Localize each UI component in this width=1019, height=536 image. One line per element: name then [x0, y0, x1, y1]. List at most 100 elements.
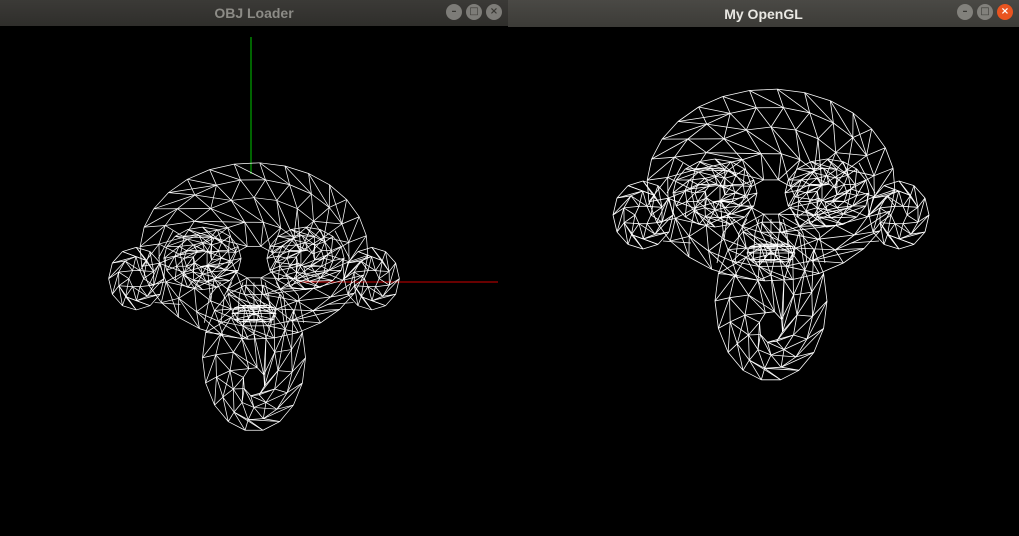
mesh-edge	[375, 270, 380, 279]
mesh-edge	[216, 179, 241, 186]
titlebar-obj-loader[interactable]: OBJ Loader – □ ×	[0, 0, 508, 26]
mesh-edge	[638, 190, 644, 207]
mesh-edge	[237, 246, 242, 259]
mesh-edge	[214, 376, 217, 406]
mesh-edge	[216, 376, 224, 398]
mesh-edge	[364, 278, 369, 287]
my-opengl-window[interactable]: My OpenGL – □ ×	[508, 0, 1019, 536]
mesh-edge	[883, 180, 900, 186]
obj-loader-window[interactable]: OBJ Loader – □ ×	[0, 0, 508, 536]
mesh-edge	[354, 270, 369, 273]
mesh-edge	[274, 388, 288, 394]
mesh-edge	[210, 278, 215, 301]
wireframe-canvas-left[interactable]	[0, 26, 508, 536]
mesh-edge	[753, 179, 758, 194]
mesh-edge	[277, 370, 293, 373]
mesh-edge	[165, 225, 185, 238]
mesh-edge	[698, 106, 708, 125]
mesh-edge	[375, 278, 380, 287]
mesh-edge	[774, 246, 779, 254]
mesh-edge	[744, 314, 749, 336]
mesh-edge	[194, 287, 211, 302]
mesh-edge	[139, 284, 154, 288]
mesh-edge	[884, 147, 894, 169]
mesh-edge	[731, 174, 737, 185]
mesh-edge	[823, 300, 828, 329]
mesh-edge	[187, 178, 217, 186]
mesh-edge	[630, 195, 640, 207]
wireframe-canvas-right[interactable]	[508, 27, 1019, 536]
mesh-edge	[108, 260, 126, 279]
mesh-edge	[694, 192, 699, 202]
gl-viewport-left[interactable]	[0, 26, 508, 536]
minimize-icon[interactable]: –	[957, 4, 973, 20]
mesh-edge	[194, 208, 211, 222]
mesh-edge	[809, 112, 834, 124]
minimize-icon[interactable]: –	[446, 4, 462, 20]
mesh-edge	[787, 205, 798, 218]
mesh-edge	[852, 128, 872, 138]
mesh-edge	[729, 321, 749, 336]
mesh-edge	[804, 270, 813, 293]
mesh-edge	[279, 258, 288, 267]
mesh-edge	[313, 220, 342, 225]
maximize-icon[interactable]: □	[466, 4, 482, 20]
mesh-edge	[220, 258, 231, 262]
mesh-edge	[724, 177, 733, 185]
window-title: My OpenGL	[724, 5, 803, 22]
mesh-edge	[277, 274, 287, 281]
mesh-edge	[764, 279, 793, 282]
mesh-edge	[339, 293, 355, 310]
titlebar-my-opengl[interactable]: My OpenGL – □ ×	[508, 0, 1019, 27]
close-icon[interactable]: ×	[997, 4, 1013, 20]
mesh-edge	[216, 376, 234, 390]
mesh-edge	[178, 298, 200, 329]
mesh-edge	[136, 286, 141, 301]
mesh-edge	[685, 190, 696, 194]
mesh-edge	[646, 205, 662, 208]
mesh-edge	[734, 256, 747, 276]
mesh-edge	[830, 216, 857, 219]
mesh-edge	[748, 280, 759, 296]
mesh-edge	[240, 179, 255, 198]
mesh-edge	[276, 184, 290, 201]
mesh-edge	[810, 158, 828, 162]
mesh-edge	[801, 179, 810, 185]
mesh-edge	[898, 223, 904, 240]
mesh-edge	[871, 128, 886, 148]
mesh-edge	[744, 179, 755, 196]
gl-viewport-right[interactable]	[508, 27, 1019, 536]
mesh-edge	[624, 222, 640, 225]
mesh-edge	[332, 236, 342, 247]
mesh-edge	[778, 207, 791, 215]
mesh-edge	[879, 214, 892, 224]
mesh-edge	[220, 317, 232, 335]
mesh-edge	[706, 138, 725, 153]
mesh-edge	[220, 295, 225, 323]
mesh-edge	[141, 243, 160, 267]
mesh-edge	[354, 285, 369, 288]
maximize-icon[interactable]: □	[977, 4, 993, 20]
mesh-edge	[139, 286, 148, 297]
mesh-edge	[285, 266, 290, 276]
mesh-edge	[714, 300, 719, 329]
close-icon[interactable]: ×	[486, 4, 502, 20]
mesh-edge	[273, 314, 276, 353]
mesh-edge	[334, 230, 351, 259]
mesh-edge	[205, 382, 215, 406]
mesh-edge	[890, 206, 896, 216]
mesh-edge	[358, 216, 367, 236]
mesh-edge	[612, 195, 632, 216]
mesh-edge	[902, 205, 918, 208]
mesh-edge	[886, 195, 896, 207]
mesh-edge	[297, 208, 314, 222]
mesh-edge	[705, 225, 709, 252]
mesh-edge	[843, 174, 849, 185]
mesh-edge	[205, 354, 217, 384]
mesh-edge	[323, 250, 332, 259]
window-controls: – □ ×	[957, 4, 1013, 20]
mesh-edge	[801, 177, 818, 181]
mesh-edge	[229, 352, 234, 371]
mesh-edge	[759, 322, 761, 335]
mesh-edge	[250, 395, 267, 403]
